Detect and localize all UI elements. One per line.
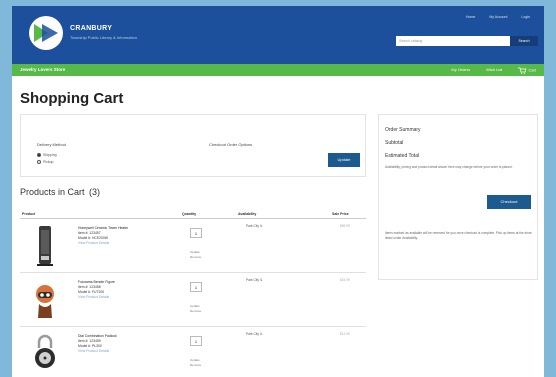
table-header-divider: [20, 218, 366, 219]
product-detail-link[interactable]: View Product Details: [78, 241, 128, 246]
delivery-panel: Delivery Method Shipping Pickup Checkout…: [20, 114, 366, 177]
logo-icon[interactable]: [28, 15, 64, 51]
sale-price: $12.99: [340, 332, 350, 336]
brand-name: CRANBURY: [70, 25, 113, 32]
sale-price: $59.99: [340, 224, 350, 228]
brand-tagline: Township Public Library & Information: [70, 35, 137, 40]
quantity-actions: Update Remove: [190, 358, 201, 367]
padlock-image[interactable]: [34, 332, 56, 376]
update-qty-link[interactable]: Update: [190, 304, 201, 309]
store-title[interactable]: Jewelry Lovers Store: [20, 67, 65, 72]
update-qty-link[interactable]: Update: [190, 250, 201, 255]
top-link-account[interactable]: My Account: [489, 15, 507, 19]
radio-pickup-control[interactable]: [37, 160, 41, 164]
top-links: Home My Account Login: [466, 15, 530, 19]
summary-footer-note: Items marked as available will be reserv…: [385, 231, 532, 240]
table-row: Honeywell Ceramic Tower Heater Item #: 1…: [20, 220, 366, 272]
top-link-home[interactable]: Home: [466, 15, 475, 19]
product-description: Dial Combination Padlock Item #: 123459 …: [78, 334, 117, 354]
browser-frame: CRANBURY Township Public Library & Infor…: [12, 6, 544, 377]
remove-link[interactable]: Remove: [190, 255, 201, 260]
sale-price: $24.99: [340, 278, 350, 282]
search-button[interactable]: Search: [510, 36, 538, 46]
col-availability: Availability: [238, 212, 257, 216]
nav-link-wishlist[interactable]: Wish List: [486, 67, 502, 74]
products-count: (3): [89, 187, 101, 197]
quantity-input[interactable]: 1: [190, 228, 202, 238]
product-description: Honeywell Ceramic Tower Heater Item #: 1…: [78, 226, 128, 246]
product-detail-link[interactable]: View Product Details: [78, 295, 115, 300]
radio-shipping[interactable]: Shipping: [37, 153, 57, 157]
cart-icon: [518, 67, 527, 74]
subtotal-label: Subtotal: [385, 140, 404, 146]
availability-store: Park City IL: [246, 224, 263, 228]
order-summary-panel: Order Summary Subtotal Estimated Total A…: [378, 114, 538, 280]
product-detail-link[interactable]: View Product Details: [78, 349, 117, 354]
radio-pickup[interactable]: Pickup: [37, 160, 54, 164]
nav-cart[interactable]: Cart: [518, 67, 536, 74]
availability: Park City IL: [246, 224, 262, 229]
row-divider: [20, 326, 366, 327]
col-price: Sale Price: [332, 212, 349, 216]
availability-store: Park City IL: [246, 332, 263, 336]
col-quantity: Quantity: [182, 212, 197, 216]
quantity-input[interactable]: 1: [190, 282, 202, 292]
nav-link-orders[interactable]: My Orders: [451, 67, 470, 74]
product-description: Futurama Bender Figure Item #: 123458 Mo…: [78, 280, 115, 300]
summary-note: Availability, pricing and product detail…: [385, 165, 513, 169]
availability: Park City IL: [246, 278, 262, 283]
nav-links: My Orders Wish List Cart: [451, 67, 536, 74]
cart-label: Cart: [528, 67, 536, 73]
store-nav: Jewelry Lovers Store My Orders Wish List…: [12, 64, 544, 76]
radio-shipping-control[interactable]: [37, 153, 41, 157]
table-row: Dial Combination Padlock Item #: 123459 …: [20, 328, 366, 377]
table-row: Futurama Bender Figure Item #: 123458 Mo…: [20, 274, 366, 326]
products-heading: Products in Cart (3): [20, 187, 100, 197]
top-link-login[interactable]: Login: [521, 15, 530, 19]
quantity-actions: Update Remove: [190, 304, 201, 313]
figure-image[interactable]: [34, 278, 56, 322]
col-product: Product: [22, 212, 36, 216]
radio-shipping-label: Shipping: [43, 153, 57, 157]
update-button[interactable]: Update: [328, 153, 360, 167]
checkout-options-label: Checkout Order Options: [209, 142, 253, 147]
summary-title: Order Summary: [385, 127, 421, 133]
radio-pickup-label: Pickup: [43, 160, 54, 164]
delivery-method-label: Delivery Method: [37, 142, 66, 147]
checkout-button[interactable]: Checkout: [487, 195, 531, 209]
page-title: Shopping Cart: [20, 90, 124, 107]
quantity-input[interactable]: 1: [190, 336, 202, 346]
products-title: Products in Cart: [20, 187, 85, 197]
remove-link[interactable]: Remove: [190, 363, 201, 368]
remove-link[interactable]: Remove: [190, 309, 201, 314]
site-header: CRANBURY Township Public Library & Infor…: [12, 6, 544, 64]
search-input[interactable]: Search catalog: [396, 36, 510, 46]
heater-image[interactable]: [34, 224, 56, 268]
quantity-actions: Update Remove: [190, 250, 201, 259]
estimated-total-label: Estimated Total: [385, 153, 420, 159]
update-qty-link[interactable]: Update: [190, 358, 201, 363]
availability-store: Park City IL: [246, 278, 263, 282]
row-divider: [20, 272, 366, 273]
availability: Park City IL: [246, 332, 262, 337]
